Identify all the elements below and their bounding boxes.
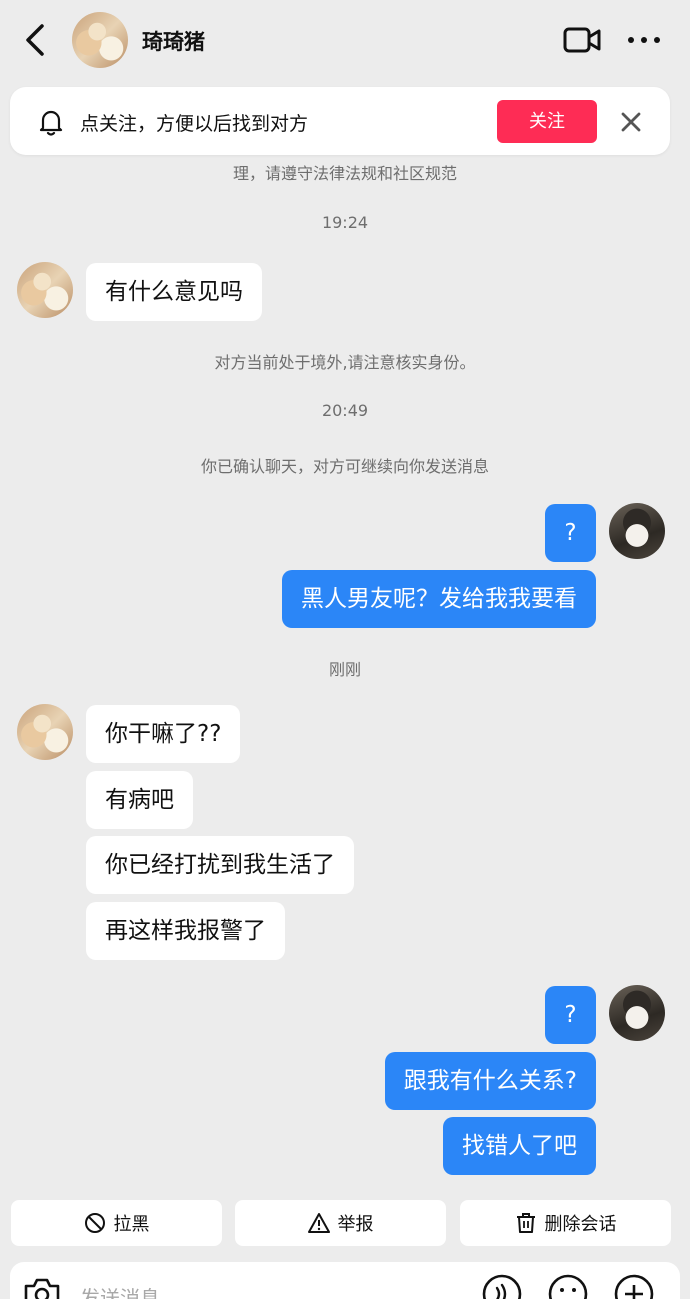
- message-input-bar: 发送消息: [10, 1262, 680, 1299]
- timestamp: 19:24: [321, 213, 369, 232]
- incoming-message[interactable]: 有什么意见吗: [86, 263, 262, 321]
- incoming-message[interactable]: 你已经打扰到我生活了: [86, 836, 354, 894]
- law-notice: 理，请遵守法律法规和社区规范: [232, 164, 457, 183]
- report-button[interactable]: 举报: [235, 1200, 446, 1246]
- camera-icon[interactable]: [22, 1274, 62, 1299]
- incoming-message[interactable]: 有病吧: [86, 771, 193, 829]
- delete-chat-label: 删除会话: [544, 1214, 617, 1235]
- confirmed-chat-notice: 你已确认聊天，对方可继续向你发送消息: [200, 457, 489, 476]
- timestamp: 刚刚: [328, 660, 361, 679]
- incoming-message[interactable]: 你干嘛了??: [86, 705, 241, 763]
- my-avatar[interactable]: [609, 503, 665, 559]
- contact-name[interactable]: 琦琦猪: [142, 26, 205, 56]
- trash-icon: [516, 1213, 535, 1233]
- contact-message-avatar[interactable]: [17, 704, 73, 760]
- outgoing-message[interactable]: ?: [545, 504, 596, 562]
- message-input[interactable]: 发送消息: [80, 1282, 160, 1299]
- close-icon[interactable]: [618, 109, 644, 135]
- follow-prompt-text: 点关注，方便以后找到对方: [80, 113, 309, 135]
- plus-icon[interactable]: [614, 1274, 654, 1299]
- block-icon: [84, 1213, 105, 1233]
- chat-header: 琦琦猪: [0, 0, 690, 80]
- follow-banner: 点关注，方便以后找到对方 关注: [10, 87, 670, 155]
- voice-icon[interactable]: [482, 1274, 522, 1299]
- bell-icon: [39, 110, 63, 136]
- outgoing-message[interactable]: 跟我有什么关系?: [384, 1052, 596, 1110]
- block-label: 拉黑: [113, 1214, 150, 1235]
- contact-message-avatar[interactable]: [17, 262, 73, 318]
- abroad-notice: 对方当前处于境外,请注意核实身份。: [214, 353, 476, 372]
- contact-avatar[interactable]: [72, 12, 128, 68]
- warning-icon: [307, 1213, 330, 1233]
- outgoing-message[interactable]: ?: [545, 986, 596, 1044]
- timestamp: 20:49: [321, 401, 369, 420]
- more-options-icon[interactable]: [624, 28, 664, 52]
- back-arrow-icon[interactable]: [18, 20, 54, 60]
- delete-chat-button[interactable]: 删除会话: [460, 1200, 671, 1246]
- outgoing-message[interactable]: 黑人男友呢？发给我我要看: [282, 570, 596, 628]
- report-label: 举报: [337, 1214, 374, 1235]
- video-call-icon[interactable]: [562, 24, 602, 56]
- follow-button[interactable]: 关注: [497, 100, 597, 143]
- emoji-icon[interactable]: [548, 1274, 588, 1299]
- incoming-message[interactable]: 再这样我报警了: [86, 902, 285, 960]
- my-avatar[interactable]: [609, 985, 665, 1041]
- block-button[interactable]: 拉黑: [11, 1200, 222, 1246]
- outgoing-message[interactable]: 找错人了吧: [443, 1117, 596, 1175]
